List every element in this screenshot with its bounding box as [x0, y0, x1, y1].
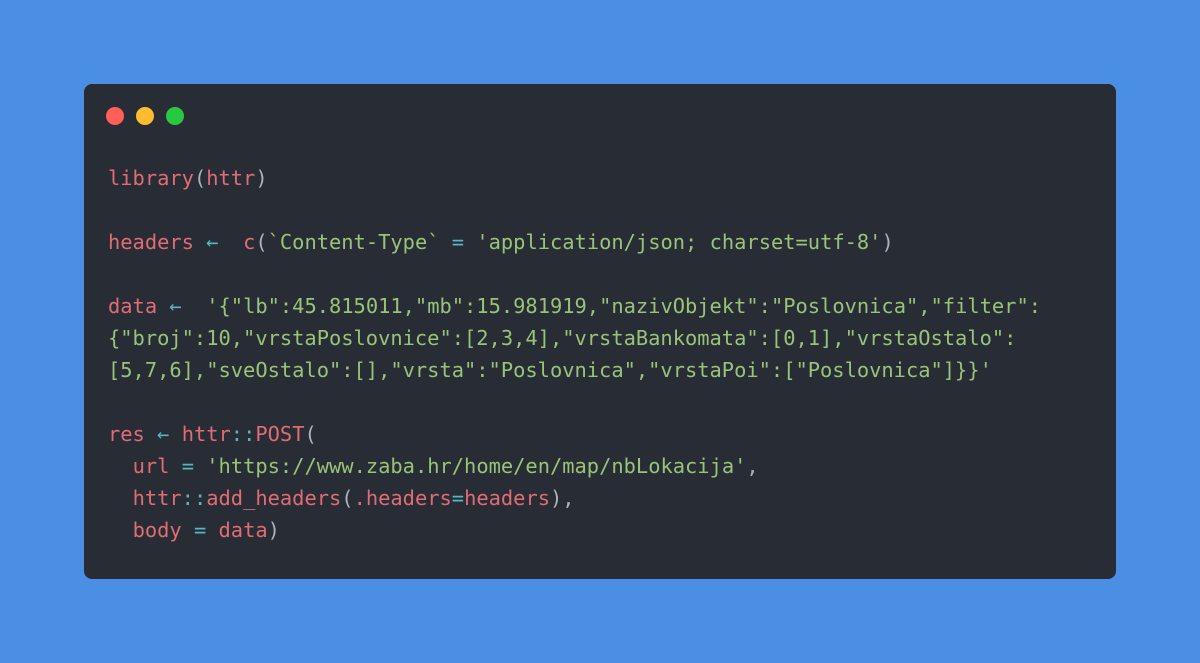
code-token: httr	[181, 422, 231, 446]
code-line: library(httr)	[108, 162, 1041, 194]
code-token: ::	[181, 486, 207, 510]
code-line: data ← '{"lb":45.815011,"mb":15.981919,"…	[108, 290, 1041, 322]
maximize-dot-icon[interactable]	[166, 107, 184, 125]
code-line: [5,7,6],"sveOstalo":[],"vrsta":"Poslovni…	[108, 354, 1041, 386]
code-token: add_headers	[206, 486, 342, 510]
code-token: ::	[230, 422, 256, 446]
code-token: )	[255, 166, 268, 190]
code-line: {"broj":10,"vrstaPoslovnice":[2,3,4],"vr…	[108, 322, 1041, 354]
close-dot-icon[interactable]	[106, 107, 124, 125]
code-token: )	[881, 230, 894, 254]
code-line: res ← httr::POST(	[108, 418, 1041, 450]
code-token: ←	[157, 422, 170, 446]
code-token: `Content-Type`	[267, 230, 440, 254]
code-token: ←	[206, 230, 219, 254]
code-line: body = data)	[108, 514, 1041, 546]
code-token: ,	[746, 454, 759, 478]
code-token: .headers	[353, 486, 452, 510]
code-token: 'https://www.zaba.hr/home/en/map/nbLokac…	[206, 454, 747, 478]
code-token: (	[193, 166, 207, 190]
code-line: headers ← c(`Content-Type` = 'applicatio…	[108, 226, 1041, 258]
code-token: [5,7,6],"sveOstalo":[],"vrsta":"Poslovni…	[108, 358, 992, 382]
code-token: (	[304, 422, 317, 446]
code-token: c	[243, 230, 256, 254]
code-token: httr	[132, 486, 182, 510]
code-token: '{"lb":45.815011,"mb":15.981919,"nazivOb…	[206, 294, 1042, 318]
code-token: {"broj":10,"vrstaPoslovnice":[2,3,4],"vr…	[108, 326, 1017, 350]
code-token: ),	[550, 486, 575, 510]
code-token: 'application/json; charset=utf-8'	[476, 230, 882, 254]
code-token: =	[181, 454, 194, 478]
code-token: httr	[206, 166, 256, 190]
code-token: headers	[108, 230, 194, 254]
code-token: (	[341, 486, 354, 510]
code-window: library(httr) headers ← c(`Content-Type`…	[84, 84, 1116, 579]
code-block: library(httr) headers ← c(`Content-Type`…	[108, 162, 1041, 546]
minimize-dot-icon[interactable]	[136, 107, 154, 125]
code-token: )	[267, 518, 280, 542]
code-token: =	[451, 486, 465, 510]
code-token: res	[108, 422, 145, 446]
code-token: data	[108, 294, 158, 318]
code-token: =	[193, 518, 207, 542]
code-line: url = 'https://www.zaba.hr/home/en/map/n…	[108, 450, 1041, 482]
code-token: body	[132, 518, 182, 542]
code-token: headers	[464, 486, 550, 510]
code-line: httr::add_headers(.headers=headers),	[108, 482, 1041, 514]
code-token: data	[218, 518, 268, 542]
code-token: =	[451, 230, 465, 254]
code-token: POST	[255, 422, 305, 446]
code-token: ←	[169, 294, 182, 318]
code-token: library	[108, 166, 194, 190]
code-token: (	[255, 230, 268, 254]
code-token: url	[132, 454, 170, 478]
